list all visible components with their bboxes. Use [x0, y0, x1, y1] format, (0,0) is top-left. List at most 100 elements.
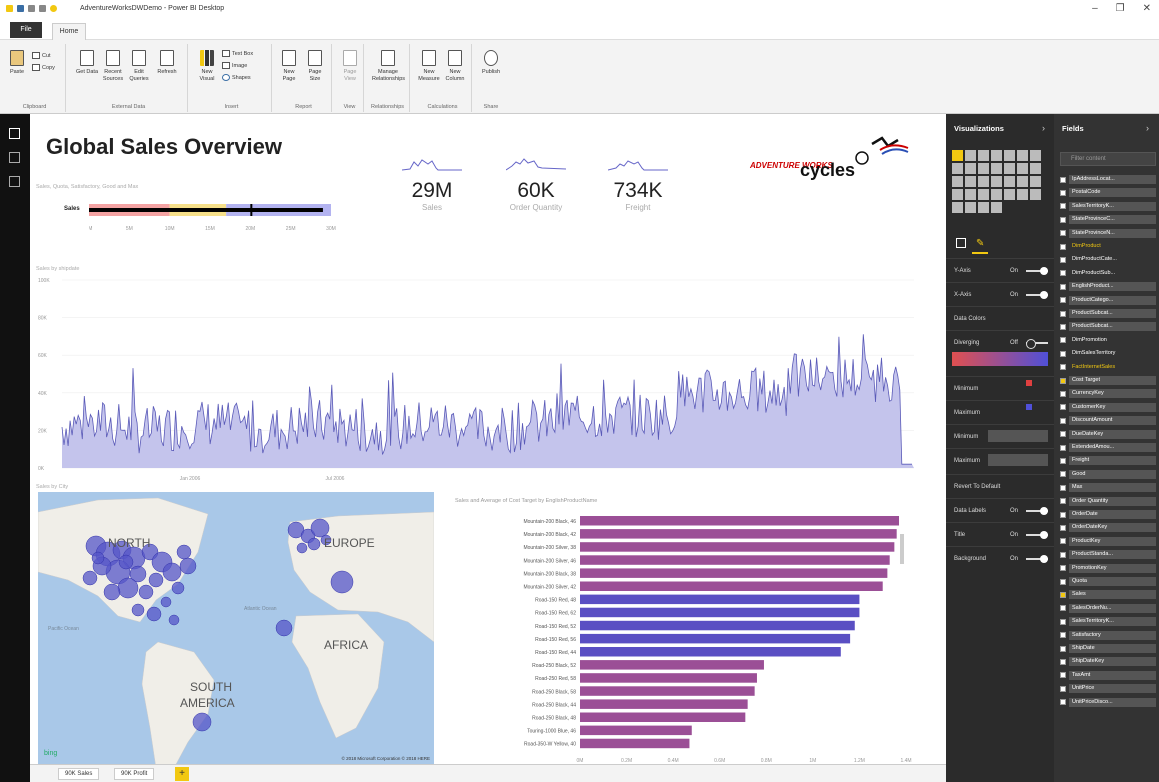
toggle-switch[interactable]: [1026, 507, 1048, 515]
field-checkbox[interactable]: [1060, 645, 1066, 652]
format-row[interactable]: Data Labels On: [946, 498, 1054, 522]
refresh-button[interactable]: Refresh: [156, 50, 178, 76]
add-page-button[interactable]: +: [175, 767, 189, 781]
field-checkbox[interactable]: [1060, 297, 1066, 304]
field-item[interactable]: ShipDateKey: [1060, 656, 1156, 667]
visual-type-icon[interactable]: [1017, 163, 1028, 174]
kpi-sales[interactable]: 29M Sales: [392, 152, 472, 212]
page-tab-sales[interactable]: 90K Sales: [58, 768, 100, 780]
field-checkbox[interactable]: [1060, 390, 1066, 397]
kpi-order-quantity[interactable]: 60K Order Quantity: [496, 152, 576, 212]
field-item[interactable]: EnglishProduct...: [1060, 281, 1156, 292]
field-checkbox[interactable]: [1060, 672, 1066, 679]
kpi-freight[interactable]: 734K Freight: [598, 152, 678, 212]
field-item[interactable]: Cost Target: [1060, 375, 1156, 386]
visual-type-icon[interactable]: [1017, 189, 1028, 200]
field-item[interactable]: CustomerKey: [1060, 402, 1156, 413]
field-checkbox[interactable]: [1060, 310, 1066, 317]
close-button[interactable]: ✕: [1143, 3, 1151, 14]
format-row[interactable]: Maximum: [946, 400, 1054, 424]
visual-type-icon[interactable]: [965, 189, 976, 200]
copy-button[interactable]: Copy: [32, 64, 55, 71]
sales-by-shipdate-chart[interactable]: 100K 80K 60K 40K 20K 0K Jan 2006 Jul 2006: [30, 274, 946, 484]
field-checkbox[interactable]: [1060, 350, 1066, 357]
field-checkbox[interactable]: [1060, 591, 1066, 598]
fields-collapse-chevron-icon[interactable]: ›: [1146, 123, 1149, 133]
page-size-button[interactable]: Page Size: [304, 50, 326, 83]
format-row[interactable]: X-Axis On: [946, 282, 1054, 306]
field-checkbox[interactable]: [1060, 511, 1066, 518]
field-checkbox[interactable]: [1060, 538, 1066, 545]
field-item[interactable]: Freight: [1060, 455, 1156, 466]
toggle-switch[interactable]: [1026, 555, 1048, 563]
manage-relationships-button[interactable]: Manage Relationships: [372, 50, 405, 83]
field-table[interactable]: DimProduct: [1060, 241, 1156, 252]
edit-queries-button[interactable]: Edit Queries: [128, 50, 150, 83]
field-checkbox[interactable]: [1060, 431, 1066, 438]
visual-type-icon[interactable]: [978, 163, 989, 174]
maximize-button[interactable]: ❐: [1116, 3, 1125, 14]
visual-type-icon[interactable]: [1030, 163, 1041, 174]
field-checkbox[interactable]: [1060, 471, 1066, 478]
field-item[interactable]: ProductSubcat...: [1060, 321, 1156, 332]
save-icon[interactable]: [17, 5, 24, 12]
field-checkbox[interactable]: [1060, 323, 1066, 330]
visual-type-icon[interactable]: [952, 189, 963, 200]
max-color-swatch[interactable]: [1026, 404, 1032, 410]
shapes-button[interactable]: Shapes: [222, 74, 251, 81]
field-item[interactable]: Good: [1060, 469, 1156, 480]
maximum-value-input[interactable]: [988, 454, 1048, 466]
field-table[interactable]: DimProductSub...: [1060, 268, 1156, 279]
fields-search-input[interactable]: Filter content: [1060, 152, 1156, 166]
text-box-button[interactable]: Text Box: [222, 50, 253, 57]
field-item[interactable]: OrderDate: [1060, 509, 1156, 520]
field-item[interactable]: DiscountAmount: [1060, 415, 1156, 426]
sales-by-city-map[interactable]: NORTH EUROPE AFRICA SOUTH AMERICA Atlant…: [38, 492, 434, 768]
field-item[interactable]: Quota: [1060, 576, 1156, 587]
visual-type-icon[interactable]: [1004, 189, 1015, 200]
toggle-switch[interactable]: [1026, 531, 1048, 539]
field-checkbox[interactable]: [1060, 484, 1066, 491]
visual-type-icon[interactable]: [991, 176, 1002, 187]
field-item[interactable]: StateProvinceC...: [1060, 214, 1156, 225]
fields-tab-icon[interactable]: [956, 238, 966, 248]
undo-icon[interactable]: [28, 5, 35, 12]
redo-icon[interactable]: [39, 5, 46, 12]
field-checkbox[interactable]: [1060, 685, 1066, 692]
field-item[interactable]: Max: [1060, 482, 1156, 493]
visual-type-icon[interactable]: [1017, 150, 1028, 161]
field-checkbox[interactable]: [1060, 256, 1066, 263]
field-item[interactable]: OrderDateKey: [1060, 522, 1156, 533]
report-view-icon[interactable]: [9, 128, 20, 139]
visual-type-icon[interactable]: [978, 202, 989, 213]
publish-button[interactable]: Publish: [480, 50, 502, 76]
field-checkbox[interactable]: [1060, 498, 1066, 505]
field-table[interactable]: DimProductCate...: [1060, 254, 1156, 265]
visual-type-icon[interactable]: [952, 176, 963, 187]
page-view-button[interactable]: Page View: [339, 50, 361, 83]
visual-type-icon[interactable]: [991, 163, 1002, 174]
field-checkbox[interactable]: [1060, 578, 1066, 585]
collapse-chevron-icon[interactable]: ›: [1042, 123, 1045, 133]
visual-type-icon[interactable]: [978, 150, 989, 161]
field-item[interactable]: ProductKey: [1060, 536, 1156, 547]
visual-type-icon[interactable]: [1030, 189, 1041, 200]
field-checkbox[interactable]: [1060, 444, 1066, 451]
image-button[interactable]: Image: [222, 62, 247, 69]
relationships-view-icon[interactable]: [9, 176, 20, 187]
toggle-switch[interactable]: [1026, 267, 1048, 275]
field-item[interactable]: ShipDate: [1060, 643, 1156, 654]
field-item[interactable]: ExtendedAmou...: [1060, 442, 1156, 453]
field-item[interactable]: SalesTerritoryK...: [1060, 201, 1156, 212]
visual-type-icon[interactable]: [1004, 163, 1015, 174]
field-checkbox[interactable]: [1060, 377, 1066, 384]
format-paintbrush-icon[interactable]: ✎: [976, 238, 984, 249]
field-checkbox[interactable]: [1060, 417, 1066, 424]
format-row[interactable]: Revert To Default: [946, 474, 1054, 498]
field-checkbox[interactable]: [1060, 605, 1066, 612]
field-checkbox[interactable]: [1060, 551, 1066, 558]
field-checkbox[interactable]: [1060, 176, 1066, 183]
visual-type-icon[interactable]: [1004, 150, 1015, 161]
visual-type-icon[interactable]: [965, 150, 976, 161]
toggle-switch[interactable]: [1026, 291, 1048, 299]
